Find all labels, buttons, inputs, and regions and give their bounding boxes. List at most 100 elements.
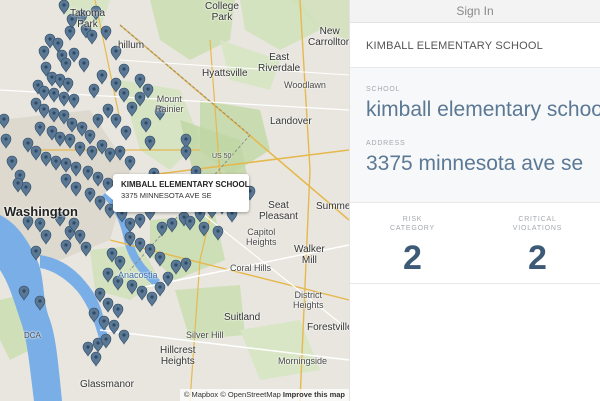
school-marker[interactable] xyxy=(110,77,122,93)
school-marker[interactable] xyxy=(74,229,86,245)
school-marker[interactable] xyxy=(156,221,168,237)
school-marker[interactable] xyxy=(124,155,136,171)
school-marker[interactable] xyxy=(170,259,182,275)
school-marker[interactable] xyxy=(60,57,72,73)
school-marker[interactable] xyxy=(140,117,152,133)
school-marker[interactable] xyxy=(124,217,136,233)
school-marker[interactable] xyxy=(34,217,46,233)
school-marker[interactable] xyxy=(102,267,114,283)
school-marker[interactable] xyxy=(60,157,72,173)
school-marker[interactable] xyxy=(34,121,46,137)
school-marker[interactable] xyxy=(50,155,62,171)
school-marker[interactable] xyxy=(30,245,42,261)
school-marker[interactable] xyxy=(88,307,100,323)
school-marker[interactable] xyxy=(108,319,120,335)
school-marker[interactable] xyxy=(80,241,92,257)
school-marker[interactable] xyxy=(118,87,130,103)
place-label-walker-mill: Walker Mill xyxy=(294,244,325,266)
school-marker[interactable] xyxy=(180,145,192,161)
school-marker[interactable] xyxy=(154,251,166,267)
school-marker[interactable] xyxy=(86,145,98,161)
school-marker[interactable] xyxy=(118,63,130,79)
school-marker[interactable] xyxy=(166,217,178,233)
improve-map-link[interactable]: Improve this map xyxy=(283,390,345,399)
school-marker[interactable] xyxy=(58,0,70,15)
school-marker[interactable] xyxy=(102,103,114,119)
school-marker[interactable] xyxy=(48,107,60,123)
school-marker[interactable] xyxy=(124,231,136,247)
school-marker[interactable] xyxy=(86,29,98,45)
school-marker[interactable] xyxy=(184,215,196,231)
school-marker[interactable] xyxy=(126,279,138,295)
school-marker[interactable] xyxy=(60,173,72,189)
school-marker[interactable] xyxy=(70,181,82,197)
school-marker[interactable] xyxy=(114,145,126,161)
school-marker[interactable] xyxy=(82,165,94,181)
school-marker[interactable] xyxy=(70,161,82,177)
school-marker[interactable] xyxy=(162,271,174,287)
school-marker[interactable] xyxy=(18,285,30,301)
school-marker[interactable] xyxy=(144,243,156,259)
school-marker[interactable] xyxy=(96,69,108,85)
school-marker[interactable] xyxy=(102,297,114,313)
school-marker[interactable] xyxy=(38,45,50,61)
school-marker[interactable] xyxy=(134,237,146,253)
school-marker[interactable] xyxy=(136,285,148,301)
school-marker[interactable] xyxy=(88,83,100,99)
school-marker[interactable] xyxy=(74,141,86,157)
school-marker[interactable] xyxy=(110,113,122,129)
school-marker[interactable] xyxy=(154,281,166,297)
school-marker[interactable] xyxy=(60,239,72,255)
school-marker[interactable] xyxy=(98,315,110,331)
school-marker[interactable] xyxy=(40,229,52,245)
school-marker[interactable] xyxy=(126,101,138,117)
place-label-forestville: Forestville xyxy=(307,322,349,333)
school-marker[interactable] xyxy=(92,171,104,187)
school-marker[interactable] xyxy=(94,195,106,211)
school-marker[interactable] xyxy=(38,103,50,119)
school-marker[interactable] xyxy=(38,85,50,101)
school-marker[interactable] xyxy=(0,113,10,129)
place-label-summerfield: Summerfie xyxy=(316,201,349,212)
attribution-osm-link[interactable]: © OpenStreetMap xyxy=(220,390,281,399)
school-marker[interactable] xyxy=(78,57,90,73)
school-marker[interactable] xyxy=(40,151,52,167)
school-marker[interactable] xyxy=(0,133,12,149)
sign-in-button[interactable]: Sign In xyxy=(350,0,600,23)
school-popup: KIMBALL ELEMENTARY SCHOOL 3375 MINNESOTA… xyxy=(105,174,250,212)
school-marker[interactable] xyxy=(134,91,146,107)
school-marker[interactable] xyxy=(90,351,102,367)
attribution-mapbox-link[interactable]: © Mapbox xyxy=(184,390,218,399)
school-marker[interactable] xyxy=(94,287,106,303)
school-marker[interactable] xyxy=(144,135,156,151)
school-marker[interactable] xyxy=(112,303,124,319)
map-view[interactable]: Takoma Park College Park New Carrollton … xyxy=(0,0,349,401)
school-marker[interactable] xyxy=(84,187,96,203)
school-marker[interactable] xyxy=(212,225,224,241)
school-marker[interactable] xyxy=(82,341,94,357)
school-marker[interactable] xyxy=(120,125,132,141)
school-marker[interactable] xyxy=(104,147,116,163)
school-marker[interactable] xyxy=(134,73,146,89)
school-marker[interactable] xyxy=(134,213,146,229)
critical-violations-stat: CRITICAL VIOLATIONS 2 xyxy=(475,215,600,275)
school-marker[interactable] xyxy=(64,133,76,149)
place-label-landover: Landover xyxy=(270,116,312,127)
school-marker[interactable] xyxy=(114,255,126,271)
school-marker[interactable] xyxy=(180,257,192,273)
school-marker[interactable] xyxy=(30,145,42,161)
school-marker[interactable] xyxy=(68,47,80,63)
school-marker[interactable] xyxy=(58,91,70,107)
school-marker[interactable] xyxy=(34,295,46,311)
school-marker[interactable] xyxy=(62,77,74,93)
school-marker[interactable] xyxy=(66,117,78,133)
school-marker[interactable] xyxy=(6,155,18,171)
school-marker[interactable] xyxy=(118,329,130,345)
school-marker[interactable] xyxy=(48,87,60,103)
school-marker[interactable] xyxy=(198,221,210,237)
school-marker[interactable] xyxy=(92,113,104,129)
school-marker[interactable] xyxy=(146,291,158,307)
school-marker[interactable] xyxy=(84,129,96,145)
school-marker[interactable] xyxy=(68,93,80,109)
school-marker[interactable] xyxy=(54,131,66,147)
